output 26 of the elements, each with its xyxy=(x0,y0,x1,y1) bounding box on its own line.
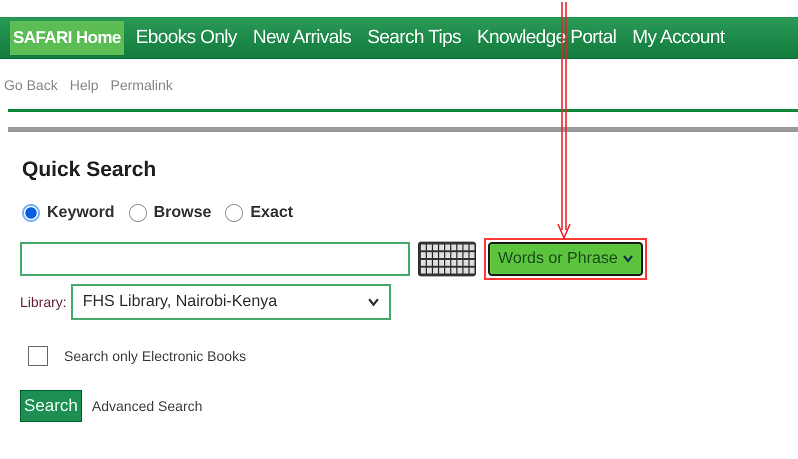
sub-link[interactable]: Help xyxy=(70,77,98,99)
sub-link[interactable]: Go Back xyxy=(4,77,58,99)
nav-link[interactable]: Ebooks Only xyxy=(132,21,241,55)
radio-label: Exact xyxy=(250,204,294,222)
match-type-dropdown[interactable]: Words or Phrase xyxy=(488,242,643,276)
sub-link[interactable]: Permalink xyxy=(110,77,173,99)
chevron-icon xyxy=(622,255,633,263)
section-title: Quick Search xyxy=(22,158,158,182)
nav-link[interactable]: My Account xyxy=(628,21,729,55)
library-dropdown[interactable]: FHS Library, Nairobi-Kenya xyxy=(70,284,391,320)
radio-button[interactable] xyxy=(225,204,244,222)
checkbox[interactable] xyxy=(28,346,48,366)
radio-button[interactable] xyxy=(22,204,40,222)
chevron-icon xyxy=(368,298,379,306)
search-field[interactable] xyxy=(20,242,410,276)
keyboard-icon[interactable] xyxy=(418,241,476,277)
nav-link[interactable]: New Arrivals xyxy=(248,21,356,55)
radio-button[interactable] xyxy=(128,204,147,222)
advanced-search-link[interactable]: Advanced Search xyxy=(92,398,202,414)
search-button[interactable]: Search xyxy=(20,390,82,422)
nav-link[interactable]: SAFARI Home xyxy=(10,21,124,55)
radio-label: Keyword xyxy=(47,204,115,222)
nav-link[interactable]: Search Tips xyxy=(363,21,465,55)
radio-label: Browse xyxy=(154,204,212,222)
library-label: Library: xyxy=(20,294,67,310)
checkbox-label: Search only Electronic Books xyxy=(64,348,246,364)
